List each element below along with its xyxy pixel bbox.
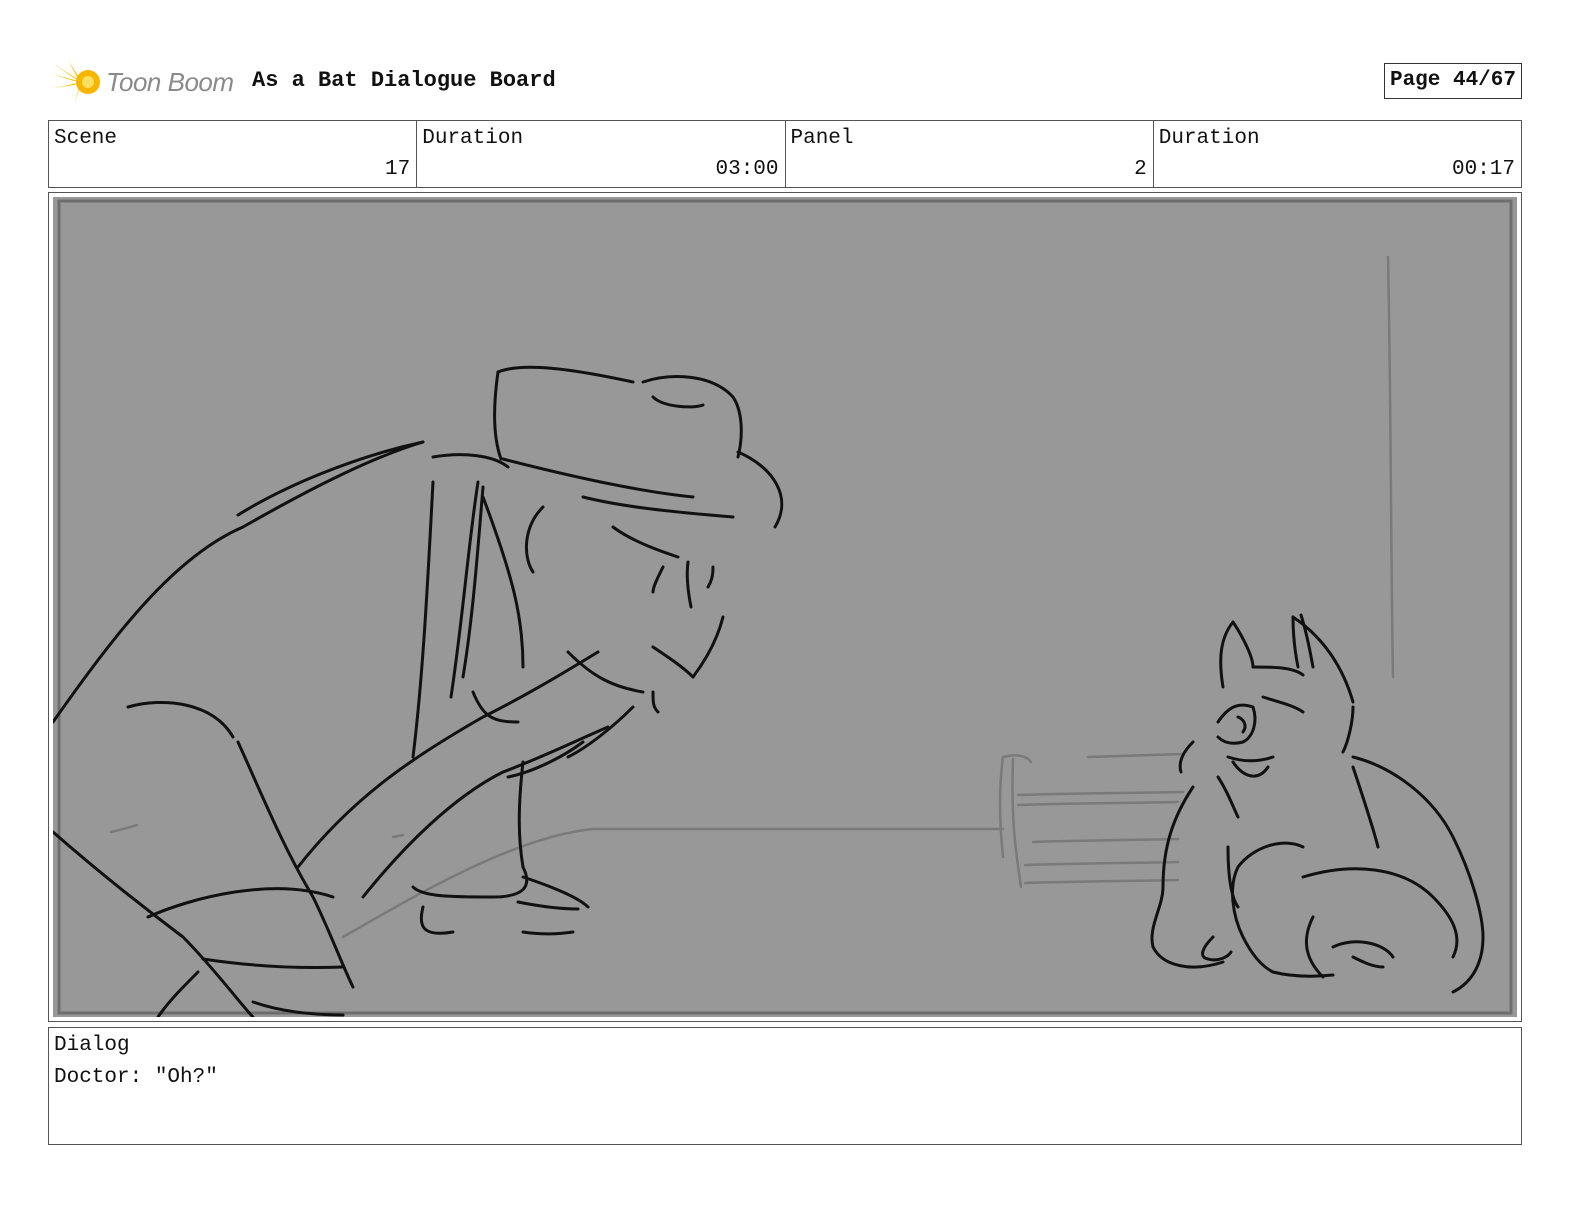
toon-boom-logo: Toon Boom	[52, 56, 234, 108]
dialog-box: Dialog Doctor: "Oh?"	[48, 1027, 1522, 1145]
page-number: Page 44/67	[1383, 63, 1522, 99]
dialog-text: Doctor: "Oh?"	[54, 1066, 218, 1089]
panel-duration-value: 00:17	[1451, 158, 1515, 181]
board-title: As a Bat Dialogue Board	[252, 68, 556, 93]
scene-duration-label: Duration	[422, 127, 524, 150]
scene-info-table: Scene 17 Duration 03:00 Panel 2 Duration…	[48, 120, 1522, 188]
panel-sketch	[53, 197, 1517, 1017]
panel-value: 2	[1134, 158, 1147, 181]
scene-value: 17	[385, 158, 411, 181]
storyboard-panel	[48, 192, 1522, 1022]
page-header: Toon Boom As a Bat Dialogue Board Page 4…	[48, 56, 1522, 108]
scene-duration-value: 03:00	[715, 158, 779, 181]
scene-label: Scene	[54, 127, 118, 150]
scene-cell: Scene 17	[49, 121, 418, 187]
panel-duration-cell: Duration 00:17	[1154, 121, 1521, 187]
scene-duration-cell: Duration 03:00	[417, 121, 786, 187]
panel-label: Panel	[790, 127, 854, 150]
panel-cell: Panel 2	[786, 121, 1154, 187]
panel-duration-label: Duration	[1158, 127, 1260, 150]
starburst-icon	[52, 60, 100, 104]
dialog-label: Dialog	[54, 1034, 130, 1057]
logo-text: Toon Boom	[106, 66, 234, 97]
